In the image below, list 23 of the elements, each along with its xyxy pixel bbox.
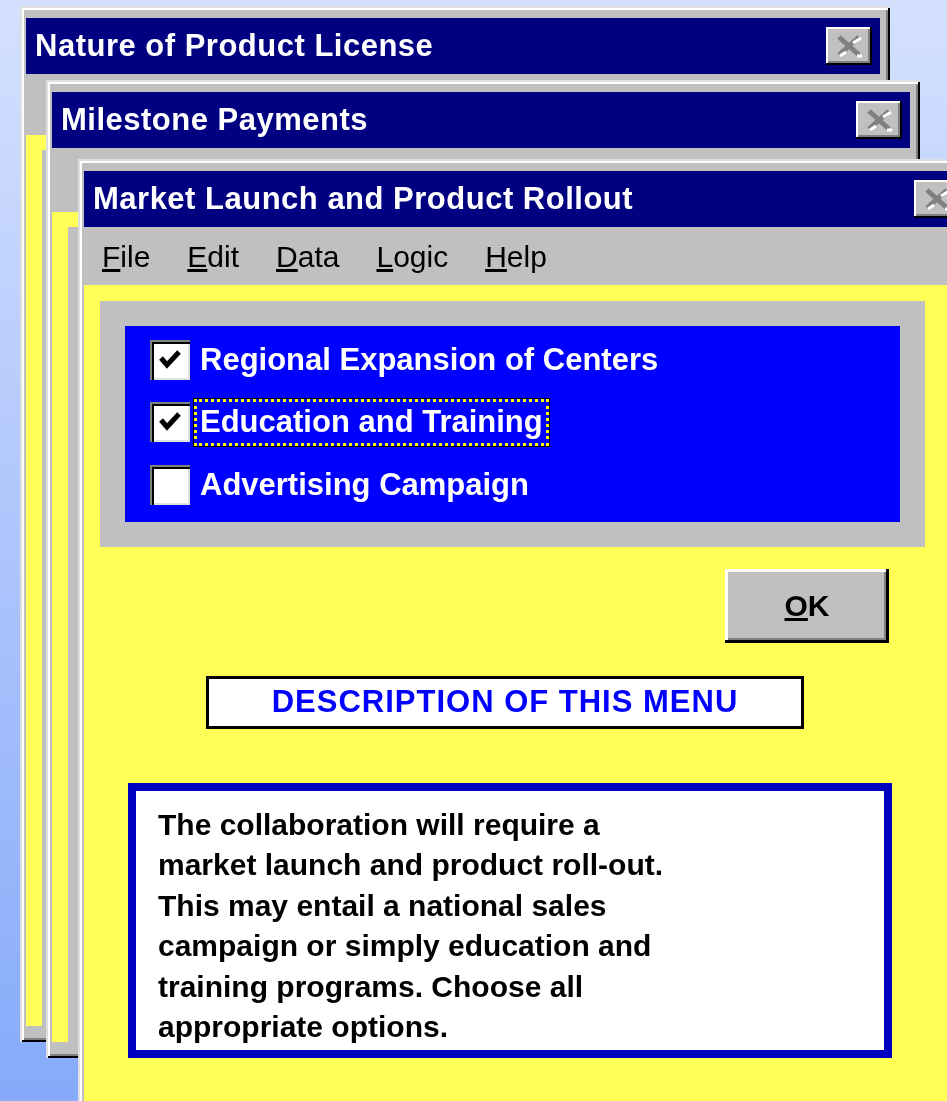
menu-item[interactable]: File [102, 233, 151, 279]
menu-item[interactable]: Data [276, 233, 340, 279]
close-icon [923, 187, 947, 211]
menu-item[interactable]: Help [485, 233, 547, 279]
close-icon [865, 108, 893, 132]
close-icon [835, 34, 863, 58]
menu-item[interactable]: Logic [376, 233, 449, 279]
option-label[interactable]: Regional Expansion of Centers [194, 337, 665, 384]
close-button[interactable] [856, 101, 902, 139]
description-heading: DESCRIPTION OF THIS MENU [206, 675, 804, 729]
option-label[interactable]: Advertising Campaign [194, 461, 535, 508]
close-button[interactable] [826, 27, 872, 65]
description-text: The collaboration will require a market launch and product roll-out. This may entail a national sales campaign or simply education and training programs. Choose all appropriate options. [128, 782, 892, 1058]
checkbox[interactable] [150, 464, 190, 505]
window-title: Market Launch and Product Rollout [93, 179, 634, 218]
checkbox[interactable] [150, 402, 190, 443]
option-label[interactable]: Education and Training [194, 399, 549, 446]
window-title: Nature of Product License [35, 26, 434, 65]
window-title: Milestone Payments [61, 100, 369, 139]
menu-item[interactable]: Edit [187, 233, 240, 279]
close-button[interactable] [914, 180, 947, 218]
ok-button[interactable]: OK [725, 568, 889, 643]
checkbox[interactable] [150, 340, 190, 381]
